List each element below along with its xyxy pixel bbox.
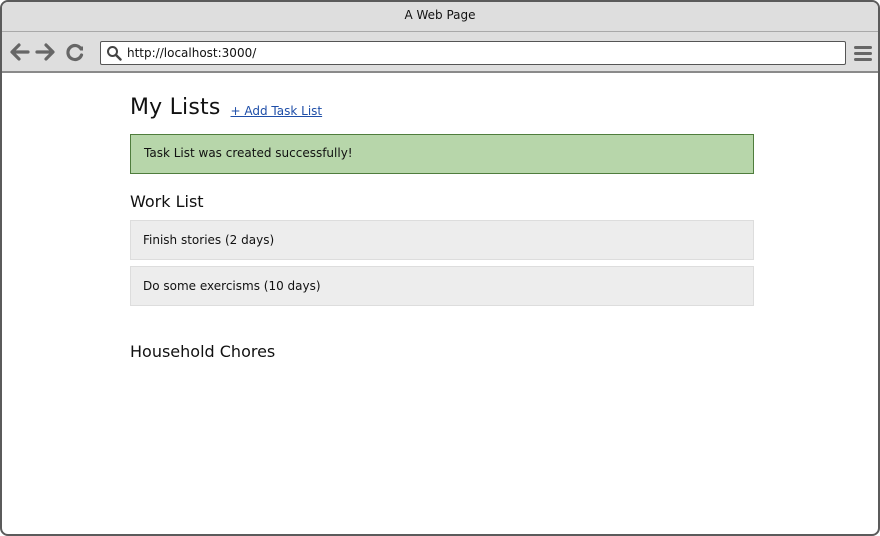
task-list-household-chores: Household Chores [130, 341, 754, 363]
browser-window: A Web Page http://localhost:3000/ My Lis… [0, 0, 880, 536]
window-title-bar: A Web Page [2, 2, 878, 32]
browser-toolbar [2, 32, 878, 73]
reload-icon[interactable] [65, 42, 85, 62]
back-arrow-icon[interactable] [10, 42, 30, 62]
task-item[interactable]: Do some exercisms (10 days) [130, 266, 754, 306]
forward-arrow-icon[interactable] [35, 42, 55, 62]
list-title-work: Work List [130, 192, 204, 211]
address-bar[interactable] [100, 41, 846, 65]
page-content: My Lists + Add Task List Task List was c… [130, 94, 754, 370]
task-item[interactable]: Finish stories (2 days) [130, 220, 754, 260]
task-list-work: Work List Finish stories (2 days) Do som… [130, 191, 754, 306]
window-title: A Web Page [404, 8, 476, 22]
page-title: My Lists [130, 95, 221, 120]
success-message: Task List was created successfully! [144, 146, 353, 160]
hamburger-menu-icon[interactable] [853, 43, 873, 63]
task-label: Finish stories (2 days) [143, 233, 275, 247]
task-label: Do some exercisms (10 days) [143, 279, 321, 293]
success-alert: Task List was created successfully! [130, 134, 754, 174]
search-icon [106, 45, 122, 61]
url-input[interactable] [127, 44, 827, 62]
list-title-household-chores: Household Chores [130, 342, 276, 361]
page-header: My Lists + Add Task List [130, 94, 754, 122]
add-task-list-link[interactable]: + Add Task List [231, 101, 323, 122]
